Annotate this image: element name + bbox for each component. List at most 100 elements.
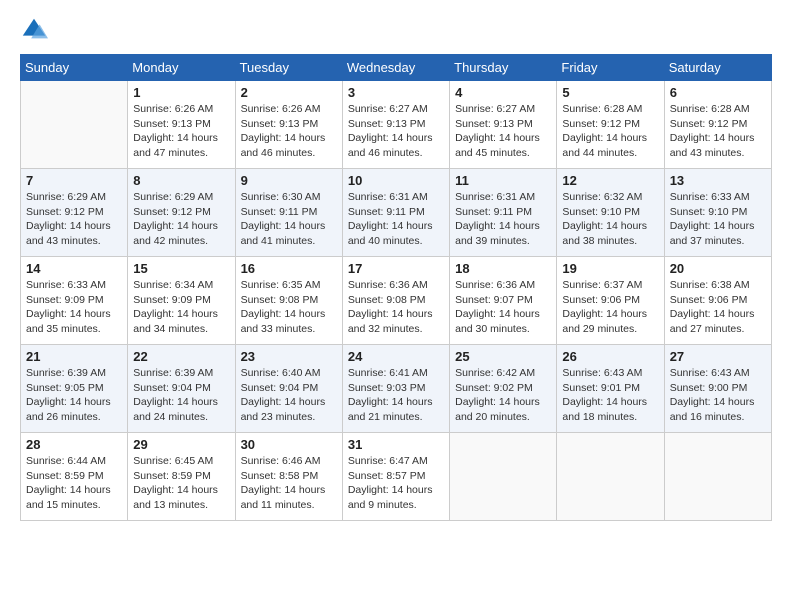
day-number: 12 (562, 173, 658, 188)
day-number: 29 (133, 437, 229, 452)
col-header-sunday: Sunday (21, 55, 128, 81)
day-number: 20 (670, 261, 766, 276)
day-info: Sunrise: 6:27 AMSunset: 9:13 PMDaylight:… (455, 102, 551, 161)
day-info: Sunrise: 6:36 AMSunset: 9:08 PMDaylight:… (348, 278, 444, 337)
calendar-cell: 28 Sunrise: 6:44 AMSunset: 8:59 PMDayligh… (21, 433, 128, 521)
day-info: Sunrise: 6:36 AMSunset: 9:07 PMDaylight:… (455, 278, 551, 337)
calendar-cell: 2 Sunrise: 6:26 AMSunset: 9:13 PMDaylight… (235, 81, 342, 169)
calendar-cell: 21 Sunrise: 6:39 AMSunset: 9:05 PMDayligh… (21, 345, 128, 433)
day-number: 23 (241, 349, 337, 364)
calendar-cell: 12 Sunrise: 6:32 AMSunset: 9:10 PMDayligh… (557, 169, 664, 257)
calendar-cell: 9 Sunrise: 6:30 AMSunset: 9:11 PMDaylight… (235, 169, 342, 257)
day-number: 10 (348, 173, 444, 188)
calendar-cell: 11Sunrise: 6:31 AMSunset: 9:11 PMDayligh… (450, 169, 557, 257)
day-number: 16 (241, 261, 337, 276)
day-number: 24 (348, 349, 444, 364)
day-info: Sunrise: 6:47 AMSunset: 8:57 PMDaylight:… (348, 454, 444, 513)
day-info: Sunrise: 6:32 AMSunset: 9:10 PMDaylight:… (562, 190, 658, 249)
calendar-cell: 1 Sunrise: 6:26 AMSunset: 9:13 PMDaylight… (128, 81, 235, 169)
day-info: Sunrise: 6:44 AMSunset: 8:59 PMDaylight:… (26, 454, 122, 513)
day-number: 4 (455, 85, 551, 100)
day-number: 2 (241, 85, 337, 100)
col-header-tuesday: Tuesday (235, 55, 342, 81)
day-info: Sunrise: 6:39 AMSunset: 9:05 PMDaylight:… (26, 366, 122, 425)
day-info: Sunrise: 6:37 AMSunset: 9:06 PMDaylight:… (562, 278, 658, 337)
calendar-cell: 23 Sunrise: 6:40 AMSunset: 9:04 PMDayligh… (235, 345, 342, 433)
day-number: 1 (133, 85, 229, 100)
day-info: Sunrise: 6:35 AMSunset: 9:08 PMDaylight:… (241, 278, 337, 337)
day-number: 14 (26, 261, 122, 276)
day-info: Sunrise: 6:33 AMSunset: 9:09 PMDaylight:… (26, 278, 122, 337)
col-header-wednesday: Wednesday (342, 55, 449, 81)
day-number: 19 (562, 261, 658, 276)
day-number: 3 (348, 85, 444, 100)
calendar-cell: 27Sunrise: 6:43 AMSunset: 9:00 PMDayligh… (664, 345, 771, 433)
day-number: 31 (348, 437, 444, 452)
day-number: 25 (455, 349, 551, 364)
col-header-thursday: Thursday (450, 55, 557, 81)
day-number: 9 (241, 173, 337, 188)
day-info: Sunrise: 6:31 AMSunset: 9:11 PMDaylight:… (348, 190, 444, 249)
col-header-friday: Friday (557, 55, 664, 81)
day-info: Sunrise: 6:28 AMSunset: 9:12 PMDaylight:… (562, 102, 658, 161)
day-info: Sunrise: 6:46 AMSunset: 8:58 PMDaylight:… (241, 454, 337, 513)
day-info: Sunrise: 6:33 AMSunset: 9:10 PMDaylight:… (670, 190, 766, 249)
calendar-cell: 6 Sunrise: 6:28 AMSunset: 9:12 PMDaylight… (664, 81, 771, 169)
day-number: 18 (455, 261, 551, 276)
day-number: 7 (26, 173, 122, 188)
col-header-saturday: Saturday (664, 55, 771, 81)
day-number: 26 (562, 349, 658, 364)
logo (20, 16, 52, 44)
calendar-cell: 3 Sunrise: 6:27 AMSunset: 9:13 PMDaylight… (342, 81, 449, 169)
day-info: Sunrise: 6:45 AMSunset: 8:59 PMDaylight:… (133, 454, 229, 513)
calendar-cell: 15Sunrise: 6:34 AMSunset: 9:09 PMDayligh… (128, 257, 235, 345)
day-info: Sunrise: 6:43 AMSunset: 9:01 PMDaylight:… (562, 366, 658, 425)
day-number: 15 (133, 261, 229, 276)
calendar-cell (21, 81, 128, 169)
page-header (20, 16, 772, 44)
day-info: Sunrise: 6:28 AMSunset: 9:12 PMDaylight:… (670, 102, 766, 161)
day-info: Sunrise: 6:26 AMSunset: 9:13 PMDaylight:… (241, 102, 337, 161)
calendar-cell: 25 Sunrise: 6:42 AMSunset: 9:02 PMDayligh… (450, 345, 557, 433)
day-number: 28 (26, 437, 122, 452)
calendar-cell: 13Sunrise: 6:33 AMSunset: 9:10 PMDayligh… (664, 169, 771, 257)
day-info: Sunrise: 6:26 AMSunset: 9:13 PMDaylight:… (133, 102, 229, 161)
calendar-cell: 18 Sunrise: 6:36 AMSunset: 9:07 PMDayligh… (450, 257, 557, 345)
calendar-cell: 4 Sunrise: 6:27 AMSunset: 9:13 PMDaylight… (450, 81, 557, 169)
calendar-cell: 24 Sunrise: 6:41 AMSunset: 9:03 PMDayligh… (342, 345, 449, 433)
calendar-cell: 5 Sunrise: 6:28 AMSunset: 9:12 PMDaylight… (557, 81, 664, 169)
day-number: 17 (348, 261, 444, 276)
calendar-table: SundayMondayTuesdayWednesdayThursdayFrid… (20, 54, 772, 521)
calendar-cell: 8Sunrise: 6:29 AMSunset: 9:12 PMDaylight… (128, 169, 235, 257)
calendar-cell: 19 Sunrise: 6:37 AMSunset: 9:06 PMDayligh… (557, 257, 664, 345)
day-info: Sunrise: 6:41 AMSunset: 9:03 PMDaylight:… (348, 366, 444, 425)
calendar-cell: 30 Sunrise: 6:46 AMSunset: 8:58 PMDayligh… (235, 433, 342, 521)
day-number: 5 (562, 85, 658, 100)
day-info: Sunrise: 6:42 AMSunset: 9:02 PMDaylight:… (455, 366, 551, 425)
day-info: Sunrise: 6:43 AMSunset: 9:00 PMDaylight:… (670, 366, 766, 425)
calendar-cell (557, 433, 664, 521)
calendar-cell: 7 Sunrise: 6:29 AMSunset: 9:12 PMDaylight… (21, 169, 128, 257)
day-info: Sunrise: 6:27 AMSunset: 9:13 PMDaylight:… (348, 102, 444, 161)
col-header-monday: Monday (128, 55, 235, 81)
calendar-cell: 14 Sunrise: 6:33 AMSunset: 9:09 PMDayligh… (21, 257, 128, 345)
day-info: Sunrise: 6:30 AMSunset: 9:11 PMDaylight:… (241, 190, 337, 249)
day-number: 22 (133, 349, 229, 364)
logo-icon (20, 16, 48, 44)
day-info: Sunrise: 6:31 AMSunset: 9:11 PMDaylight:… (455, 190, 551, 249)
day-info: Sunrise: 6:39 AMSunset: 9:04 PMDaylight:… (133, 366, 229, 425)
calendar-cell: 17 Sunrise: 6:36 AMSunset: 9:08 PMDayligh… (342, 257, 449, 345)
day-info: Sunrise: 6:29 AMSunset: 9:12 PMDaylight:… (133, 190, 229, 249)
day-info: Sunrise: 6:38 AMSunset: 9:06 PMDaylight:… (670, 278, 766, 337)
calendar-cell: 16 Sunrise: 6:35 AMSunset: 9:08 PMDayligh… (235, 257, 342, 345)
day-number: 6 (670, 85, 766, 100)
day-info: Sunrise: 6:29 AMSunset: 9:12 PMDaylight:… (26, 190, 122, 249)
day-info: Sunrise: 6:40 AMSunset: 9:04 PMDaylight:… (241, 366, 337, 425)
day-number: 21 (26, 349, 122, 364)
calendar-cell: 20 Sunrise: 6:38 AMSunset: 9:06 PMDayligh… (664, 257, 771, 345)
calendar-cell: 22 Sunrise: 6:39 AMSunset: 9:04 PMDayligh… (128, 345, 235, 433)
calendar-cell: 10 Sunrise: 6:31 AMSunset: 9:11 PMDayligh… (342, 169, 449, 257)
day-number: 30 (241, 437, 337, 452)
calendar-cell: 31 Sunrise: 6:47 AMSunset: 8:57 PMDayligh… (342, 433, 449, 521)
calendar-cell: 26 Sunrise: 6:43 AMSunset: 9:01 PMDayligh… (557, 345, 664, 433)
